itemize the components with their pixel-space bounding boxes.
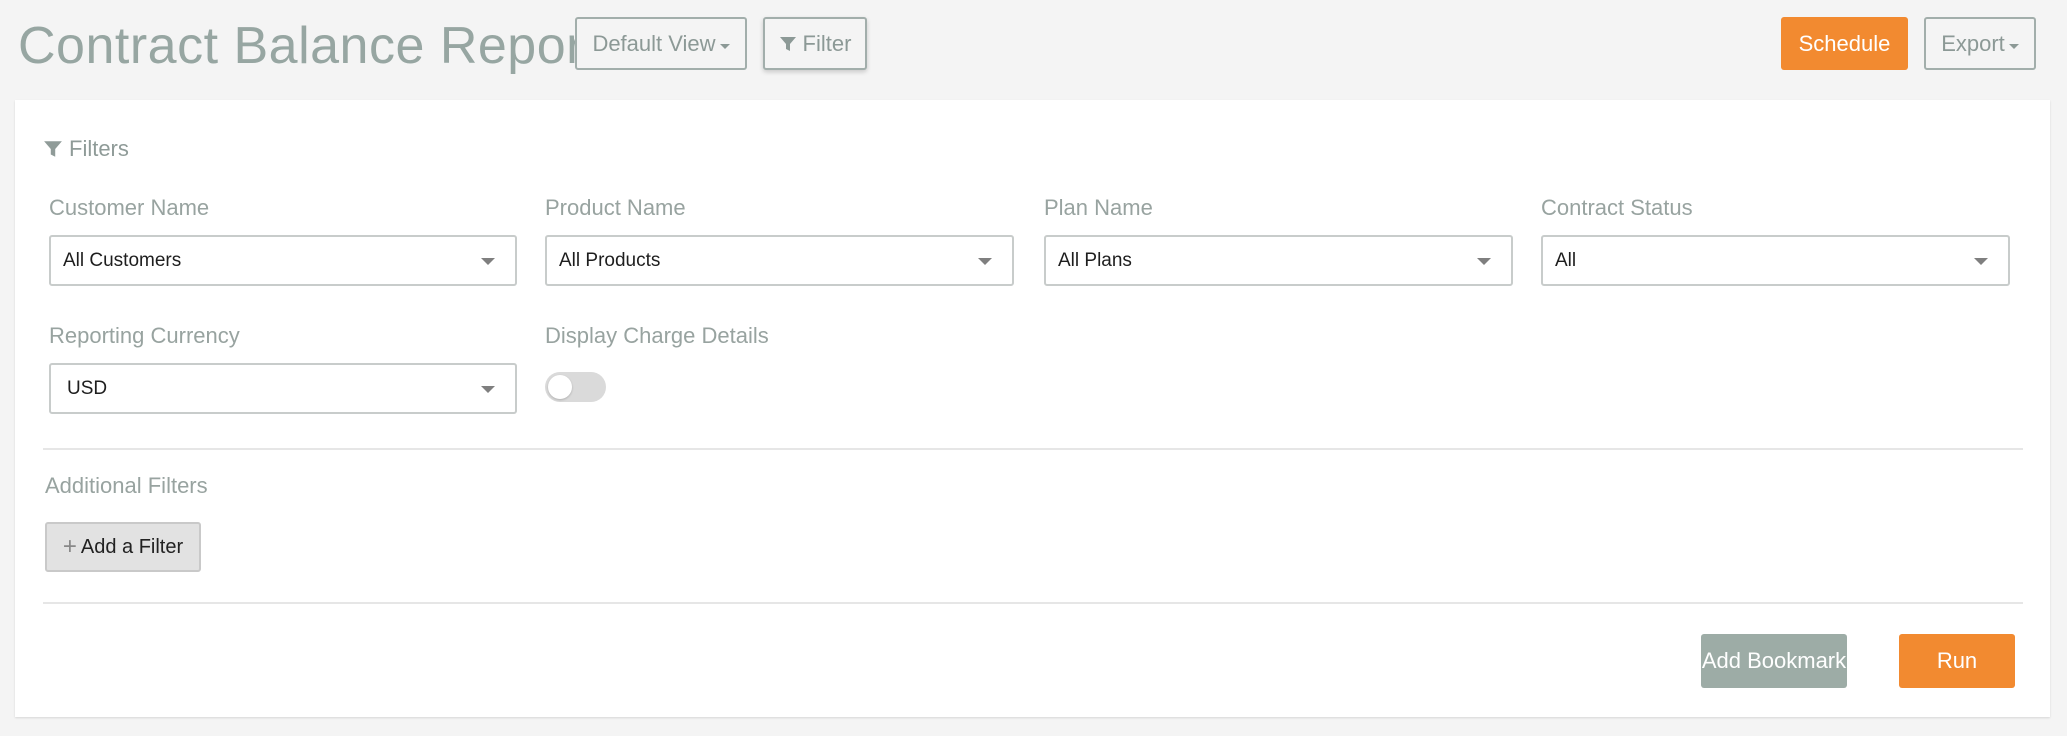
filters-heading-label: Filters <box>69 136 129 161</box>
plan-name-label: Plan Name <box>1044 195 1153 220</box>
dropdown-arrow-icon <box>1477 258 1491 265</box>
page-header: Contract Balance Report Default View Fil… <box>0 0 2067 100</box>
default-view-dropdown[interactable]: Default View <box>575 17 747 70</box>
default-view-label: Default View <box>592 30 716 56</box>
add-filter-label: Add a Filter <box>80 535 184 558</box>
display-charge-details-toggle[interactable] <box>545 372 606 402</box>
add-bookmark-label: Add Bookmark <box>1701 648 1847 673</box>
dropdown-arrow-icon <box>978 258 992 265</box>
filters-heading: Filters <box>43 136 129 162</box>
page-title: Contract Balance Report <box>18 17 599 75</box>
schedule-button-label: Schedule <box>1798 30 1891 56</box>
filters-panel: Filters Customer Name All Customers Prod… <box>15 100 2050 717</box>
dropdown-arrow-icon <box>481 258 495 265</box>
caret-down-icon <box>2008 44 2019 49</box>
toggle-knob <box>548 375 572 399</box>
schedule-button[interactable]: Schedule <box>1781 17 1908 70</box>
product-name-value: All Products <box>559 249 661 271</box>
reporting-currency-select[interactable]: USD <box>49 363 517 414</box>
contract-status-label: Contract Status <box>1541 195 1693 220</box>
filter-button[interactable]: Filter <box>763 17 867 70</box>
plan-name-select[interactable]: All Plans <box>1044 235 1513 286</box>
additional-filters-heading: Additional Filters <box>45 473 208 498</box>
divider <box>43 602 2023 604</box>
plan-name-value: All Plans <box>1058 249 1132 271</box>
reporting-currency-label: Reporting Currency <box>49 323 240 348</box>
funnel-icon <box>44 141 62 157</box>
reporting-currency-value: USD <box>67 377 108 399</box>
add-filter-button[interactable]: + Add a Filter <box>45 522 201 572</box>
customer-name-value: All Customers <box>63 249 182 271</box>
run-button-label: Run <box>1936 648 1978 673</box>
product-name-label: Product Name <box>545 195 686 220</box>
export-label: Export <box>1941 30 2005 56</box>
display-charge-details-label: Display Charge Details <box>545 323 769 348</box>
caret-down-icon <box>719 44 730 49</box>
customer-name-select[interactable]: All Customers <box>49 235 517 286</box>
funnel-icon <box>779 36 796 51</box>
product-name-select[interactable]: All Products <box>545 235 1014 286</box>
run-button[interactable]: Run <box>1899 634 2015 688</box>
divider <box>43 448 2023 450</box>
plus-icon: + <box>62 533 77 560</box>
add-bookmark-button[interactable]: Add Bookmark <box>1701 634 1847 688</box>
contract-status-select[interactable]: All <box>1541 235 2010 286</box>
contract-status-value: All <box>1555 249 1577 271</box>
dropdown-arrow-icon <box>481 386 495 393</box>
filter-button-label: Filter <box>802 30 852 56</box>
customer-name-label: Customer Name <box>49 195 210 220</box>
dropdown-arrow-icon <box>1974 258 1988 265</box>
export-dropdown[interactable]: Export <box>1924 17 2036 70</box>
